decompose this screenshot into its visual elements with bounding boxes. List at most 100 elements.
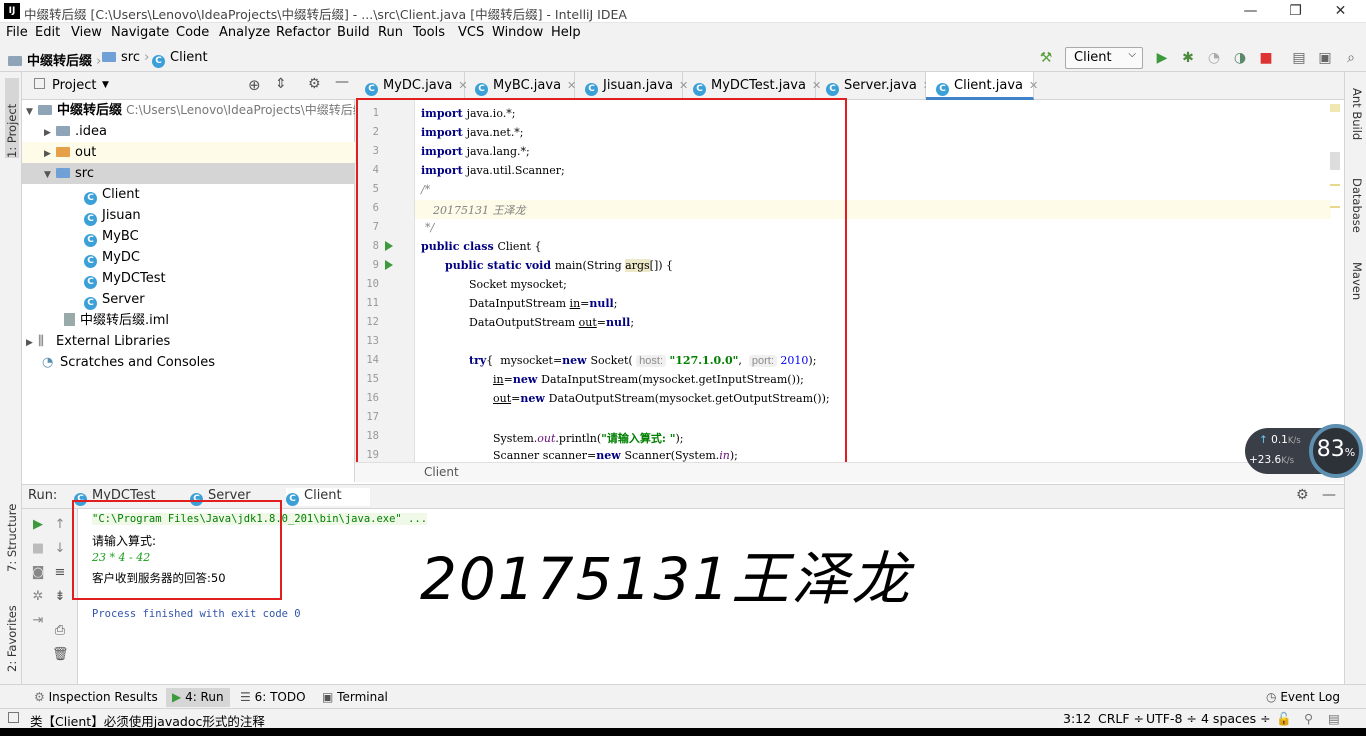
tree-item-mydc[interactable]: C MyDC xyxy=(84,247,140,268)
folder-icon xyxy=(8,56,22,66)
scroll-end-icon[interactable]: ⇟ xyxy=(52,589,68,605)
trash-icon[interactable]: 🗑 xyxy=(52,647,69,663)
tab-inspection-results[interactable]: ⚙ Inspection Results xyxy=(34,690,158,704)
menu-refactor[interactable]: Refactor xyxy=(276,25,331,40)
line-separator[interactable]: CRLF ÷ xyxy=(1098,711,1144,726)
menu-vcs[interactable]: VCS xyxy=(458,25,484,40)
tab-terminal[interactable]: ▣ Terminal xyxy=(322,690,388,704)
toggle-tool-windows-icon[interactable] xyxy=(8,712,19,723)
notifications-icon[interactable]: ▤ xyxy=(1328,711,1340,726)
menu-analyze[interactable]: Analyze xyxy=(219,25,270,40)
error-stripe-marker[interactable] xyxy=(1330,206,1340,208)
print-icon[interactable]: ⎙ xyxy=(52,623,68,639)
wrap-icon[interactable]: ≡ xyxy=(52,565,68,581)
caret-position[interactable]: 3:12 xyxy=(1063,711,1091,726)
breadcrumb-client-label: Client xyxy=(170,50,208,65)
scrollbar-thumb[interactable] xyxy=(1330,152,1340,170)
debug-bug-icon[interactable]: ✱ xyxy=(1179,49,1197,67)
tree-item-client[interactable]: C Client xyxy=(84,184,140,205)
close-icon[interactable]: ✕ xyxy=(1029,79,1038,92)
tree-item-out[interactable]: ▶ out xyxy=(22,142,355,163)
tree-item-external-libraries[interactable]: ▶ ⫼ External Libraries xyxy=(26,331,170,352)
stop-icon[interactable]: ■ xyxy=(1257,49,1275,67)
gear-icon[interactable]: ⚙ xyxy=(1296,487,1309,503)
breadcrumb-project[interactable]: 中缀转后缀 › xyxy=(8,50,101,69)
tab-mybc[interactable]: C MyBC.java ✕ xyxy=(465,72,576,100)
menu-code[interactable]: Code xyxy=(176,25,209,40)
tab-client[interactable]: C Client.java ✕ xyxy=(926,72,1038,100)
project-panel-title[interactable]: Project xyxy=(52,78,96,93)
maven-tab[interactable]: Maven xyxy=(1350,262,1364,300)
locate-target-icon[interactable]: ⊕ xyxy=(248,76,261,94)
build-hammer-icon[interactable]: ⚒ xyxy=(1037,49,1055,67)
terminal-window-icon[interactable]: ▣ xyxy=(1316,49,1334,67)
tree-item-scratches[interactable]: ◔ Scratches and Consoles xyxy=(42,352,215,373)
settings-bug-icon[interactable]: ✲ xyxy=(30,589,46,605)
hide-panel-icon[interactable]: — xyxy=(1322,487,1336,503)
menu-window[interactable]: Window xyxy=(492,25,543,40)
tab-event-log[interactable]: ◷ Event Log xyxy=(1266,690,1340,704)
tree-item-label: 中缀转后缀.iml xyxy=(80,313,170,328)
restore-button[interactable]: ❐ xyxy=(1273,1,1318,22)
hector-icon[interactable]: ⚲ xyxy=(1304,711,1313,726)
minimize-button[interactable]: — xyxy=(1228,1,1273,22)
rerun-icon[interactable]: ▶ xyxy=(30,517,46,533)
tree-item-mydctest[interactable]: C MyDCTest xyxy=(84,268,166,289)
menu-tools[interactable]: Tools xyxy=(413,25,445,40)
coverage-icon[interactable]: ◔ xyxy=(1205,49,1223,67)
favorites-tool-tab[interactable]: 2: Favorites xyxy=(5,592,19,672)
project-structure-icon[interactable]: ▤ xyxy=(1290,49,1308,67)
run-tab-client[interactable]: C Client xyxy=(286,488,370,506)
menu-edit[interactable]: Edit xyxy=(35,25,60,40)
database-tab[interactable]: Database xyxy=(1350,178,1364,233)
tree-item-server[interactable]: C Server xyxy=(84,289,145,310)
hide-panel-icon[interactable]: — xyxy=(335,74,349,90)
stop-icon[interactable]: ■ xyxy=(30,541,46,557)
tree-item-idea[interactable]: ▶ .idea xyxy=(44,121,107,142)
structure-tool-tab[interactable]: 7: Structure xyxy=(5,492,19,572)
search-icon[interactable]: ⌕ xyxy=(1342,49,1360,67)
indent-setting[interactable]: 4 spaces ÷ xyxy=(1201,711,1271,726)
menu-navigate[interactable]: Navigate xyxy=(111,25,169,40)
run-icon[interactable]: ▶ xyxy=(1153,49,1171,67)
menu-view[interactable]: View xyxy=(71,25,102,40)
close-window-button[interactable]: ✕ xyxy=(1318,1,1363,22)
tab-mydc[interactable]: C MyDC.java ✕ xyxy=(355,72,468,100)
upload-value: 0.1 xyxy=(1271,434,1288,446)
tab-run[interactable]: ▶ 4: Run xyxy=(166,688,230,707)
arrow-up-icon[interactable]: ↑ xyxy=(52,517,68,533)
file-encoding[interactable]: UTF-8 ÷ xyxy=(1146,711,1197,726)
tree-root[interactable]: ▼ 中缀转后缀 C:\Users\Lenovo\IdeaProjects\中缀转后… xyxy=(26,100,365,121)
ant-build-tab[interactable]: Ant Build xyxy=(1350,88,1364,140)
breadcrumb-src[interactable]: src › xyxy=(102,50,149,65)
profile-icon[interactable]: ◑ xyxy=(1231,49,1249,67)
gear-icon[interactable]: ⚙ xyxy=(308,76,321,92)
error-stripe-marker[interactable] xyxy=(1330,184,1340,186)
run-configuration-select[interactable]: Client ⌵ xyxy=(1065,47,1143,69)
editor-breadcrumb-label[interactable]: Client xyxy=(424,465,459,479)
menu-run[interactable]: Run xyxy=(378,25,403,40)
tree-item-label: Scratches and Consoles xyxy=(60,355,216,370)
chevron-down-icon[interactable]: ▼ xyxy=(102,80,109,90)
tab-server[interactable]: CServer.java✕ xyxy=(816,72,932,100)
lock-icon[interactable]: 🔓 xyxy=(1276,711,1292,727)
breadcrumb-client[interactable]: C Client xyxy=(152,50,208,68)
tree-item-jisuan[interactable]: C Jisuan xyxy=(84,205,141,226)
memory-gauge[interactable]: 83% xyxy=(1309,424,1363,478)
menu-help[interactable]: Help xyxy=(551,25,581,40)
inspection-indicator[interactable] xyxy=(1330,104,1340,112)
tab-todo[interactable]: ☰ 6: TODO xyxy=(240,690,306,704)
tree-item-mybc[interactable]: C MyBC xyxy=(84,226,139,247)
bottom-tool-tabs: ⚙ Inspection Results ▶ 4: Run ☰ 6: TODO … xyxy=(0,684,1366,708)
tree-item-src[interactable]: ▼ src xyxy=(22,163,355,184)
menu-build[interactable]: Build xyxy=(337,25,370,40)
tab-mydctest[interactable]: C MyDCTest.java ✕ xyxy=(683,72,821,100)
arrow-down-icon[interactable]: ↓ xyxy=(52,541,68,557)
collapse-all-icon[interactable]: ⇕ xyxy=(275,76,287,92)
camera-icon[interactable]: ◙ xyxy=(30,565,46,581)
tree-item-iml[interactable]: 中缀转后缀.iml xyxy=(64,310,169,331)
exit-icon[interactable]: ⇥ xyxy=(30,613,46,629)
tab-jisuan[interactable]: C Jisuan.java ✕ xyxy=(575,72,688,100)
project-tool-tab[interactable]: 1: Project xyxy=(5,78,19,158)
menu-file[interactable]: File xyxy=(6,25,28,40)
